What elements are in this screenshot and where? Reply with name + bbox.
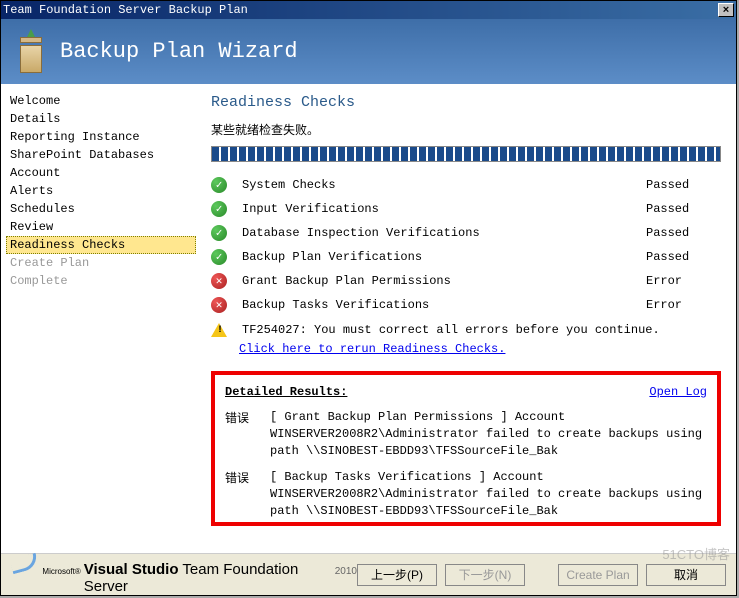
vs-swoosh-icon: [11, 554, 37, 574]
check-label: System Checks: [242, 178, 646, 192]
check-status: Passed: [646, 250, 721, 264]
check-row: ✕ Grant Backup Plan PermissionsError: [211, 273, 721, 289]
check-status: Error: [646, 298, 721, 312]
next-button[interactable]: 下一步(N): [445, 564, 525, 586]
check-status: Error: [646, 274, 721, 288]
check-row: ✓ System ChecksPassed: [211, 177, 721, 193]
check-row: ✓ Input VerificationsPassed: [211, 201, 721, 217]
wizard-header: Backup Plan Wizard: [1, 19, 736, 84]
check-pass-icon: ✓: [211, 177, 227, 193]
window-title: Team Foundation Server Backup Plan: [3, 3, 248, 17]
main-panel: Readiness Checks 某些就绪检查失败。 ✓ System Check…: [201, 84, 736, 556]
check-error-icon: ✕: [211, 297, 227, 313]
check-pass-icon: ✓: [211, 249, 227, 265]
sidebar-item-account[interactable]: Account: [6, 164, 196, 182]
sidebar-item-complete: Complete: [6, 272, 196, 290]
result-row: 错误[ Grant Backup Plan Permissions ] Acco…: [225, 409, 707, 459]
sidebar-item-readiness-checks[interactable]: Readiness Checks: [6, 236, 196, 254]
sidebar-item-schedules[interactable]: Schedules: [6, 200, 196, 218]
result-text: [ Grant Backup Plan Permissions ] Accoun…: [270, 409, 707, 459]
sidebar-item-details[interactable]: Details: [6, 110, 196, 128]
sidebar-item-review[interactable]: Review: [6, 218, 196, 236]
product-year: 2010: [335, 566, 357, 577]
step-sidebar: WelcomeDetailsReporting InstanceSharePoi…: [1, 84, 201, 556]
back-button[interactable]: 上一步(P): [357, 564, 437, 586]
result-row: 错误[ Backup Tasks Verifications ] Account…: [225, 469, 707, 519]
check-status: Passed: [646, 226, 721, 240]
rerun-link[interactable]: Click here to rerun Readiness Checks.: [239, 342, 505, 356]
check-row: ✓ Backup Plan VerificationsPassed: [211, 249, 721, 265]
product-logo: Microsoft® Visual Studio Team Foundation…: [11, 554, 357, 595]
check-label: Input Verifications: [242, 202, 646, 216]
result-label: 错误: [225, 469, 270, 519]
titlebar: Team Foundation Server Backup Plan ×: [1, 1, 736, 19]
cancel-button[interactable]: 取消: [646, 564, 726, 586]
wizard-title: Backup Plan Wizard: [60, 39, 298, 64]
page-subtitle: 某些就绪检查失败。: [211, 121, 721, 138]
results-title: Detailed Results:: [225, 385, 347, 399]
sidebar-item-reporting-instance[interactable]: Reporting Instance: [6, 128, 196, 146]
check-row: ✕ Backup Tasks VerificationsError: [211, 297, 721, 313]
warning-icon: [211, 323, 227, 337]
wizard-window: Team Foundation Server Backup Plan × Bac…: [0, 0, 737, 596]
close-button[interactable]: ×: [718, 3, 734, 17]
check-error-icon: ✕: [211, 273, 227, 289]
product-name: Visual Studio Team Foundation Server: [84, 561, 332, 595]
check-status: Passed: [646, 202, 721, 216]
sidebar-item-alerts[interactable]: Alerts: [6, 182, 196, 200]
warning-row: TF254027: You must correct all errors be…: [211, 323, 721, 337]
check-status: Passed: [646, 178, 721, 192]
wizard-footer: Microsoft® Visual Studio Team Foundation…: [1, 553, 736, 595]
progress-bar: [211, 146, 721, 162]
check-label: Grant Backup Plan Permissions: [242, 274, 646, 288]
sidebar-item-sharepoint-databases[interactable]: SharePoint Databases: [6, 146, 196, 164]
check-pass-icon: ✓: [211, 201, 227, 217]
result-label: 错误: [225, 409, 270, 459]
sidebar-item-create-plan: Create Plan: [6, 254, 196, 272]
backup-box-icon: [16, 31, 48, 73]
check-label: Backup Tasks Verifications: [242, 298, 646, 312]
check-label: Backup Plan Verifications: [242, 250, 646, 264]
wizard-body: WelcomeDetailsReporting InstanceSharePoi…: [1, 84, 736, 556]
result-text: [ Backup Tasks Verifications ] Account W…: [270, 469, 707, 519]
microsoft-label: Microsoft®: [42, 567, 80, 576]
create-plan-button[interactable]: Create Plan: [558, 564, 638, 586]
check-row: ✓ Database Inspection VerificationsPassed: [211, 225, 721, 241]
check-pass-icon: ✓: [211, 225, 227, 241]
open-log-link[interactable]: Open Log: [649, 385, 707, 399]
detailed-results: Detailed Results: Open Log 错误[ Grant Bac…: [211, 371, 721, 526]
check-label: Database Inspection Verifications: [242, 226, 646, 240]
page-title: Readiness Checks: [211, 94, 721, 111]
sidebar-item-welcome[interactable]: Welcome: [6, 92, 196, 110]
warning-text: TF254027: You must correct all errors be…: [242, 323, 660, 337]
